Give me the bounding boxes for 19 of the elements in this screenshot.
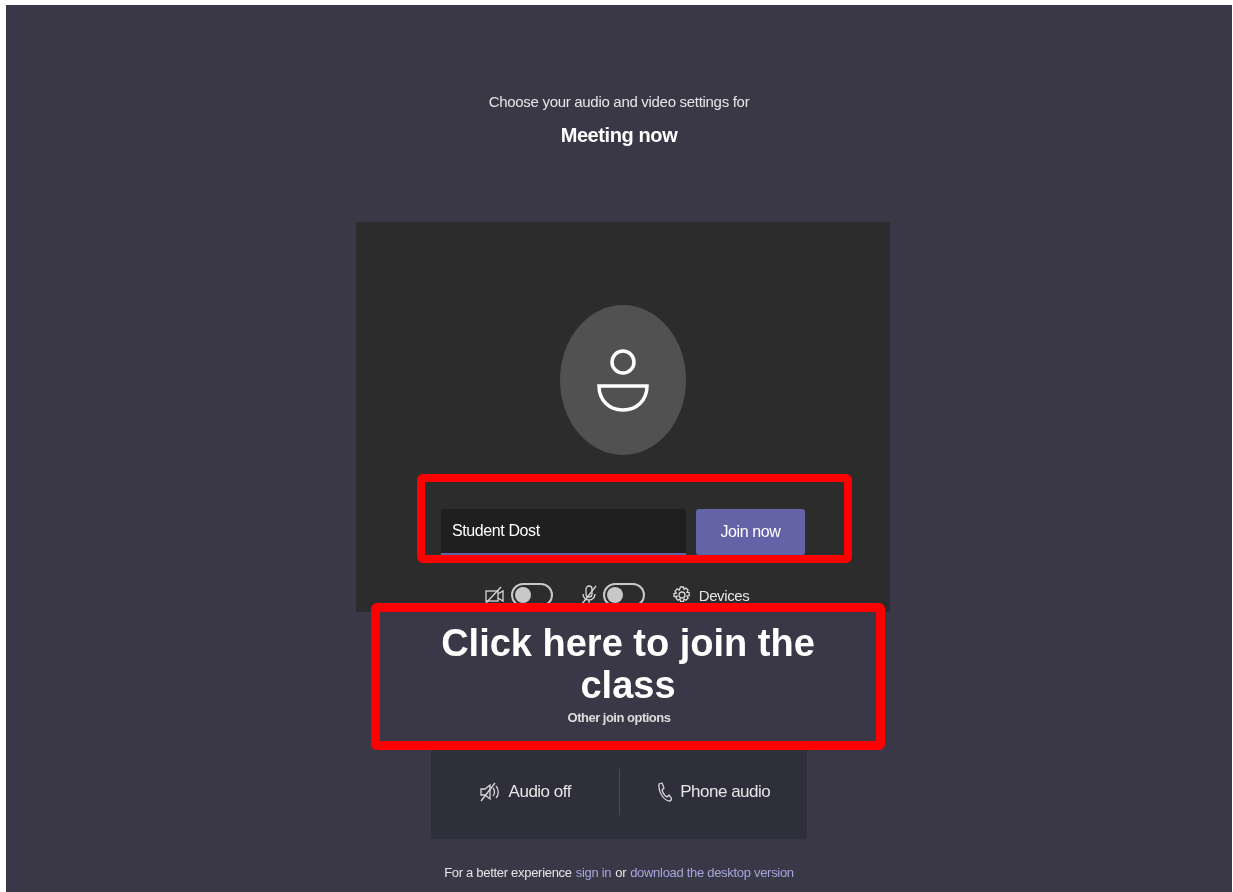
settings-icon xyxy=(672,586,691,604)
other-options-heading: Other join options xyxy=(567,710,671,725)
name-field[interactable]: Student Dost xyxy=(441,509,686,555)
callout-text: Click here to join the class xyxy=(440,622,816,706)
join-option-button[interactable]: Audio off xyxy=(431,769,619,815)
speaker-off-icon xyxy=(478,782,501,802)
phone-icon xyxy=(656,782,673,802)
settings-subtitle: Choose your audio and video settings for xyxy=(488,93,750,110)
sign-in-link[interactable]: sign in xyxy=(575,865,612,880)
devices-button[interactable]: Devices xyxy=(672,586,750,604)
join-now-button[interactable]: Join now xyxy=(696,509,805,555)
footer-text: For a better experience xyxy=(444,865,572,880)
meeting-title: Meeting now xyxy=(560,124,678,147)
person-icon xyxy=(596,348,650,412)
footer-text: or xyxy=(615,865,627,880)
download-link[interactable]: download the desktop version xyxy=(630,865,794,880)
camera-off-icon xyxy=(484,586,505,604)
microphone-off-icon xyxy=(580,585,597,605)
join-option-button[interactable]: Phone audio xyxy=(619,769,807,815)
